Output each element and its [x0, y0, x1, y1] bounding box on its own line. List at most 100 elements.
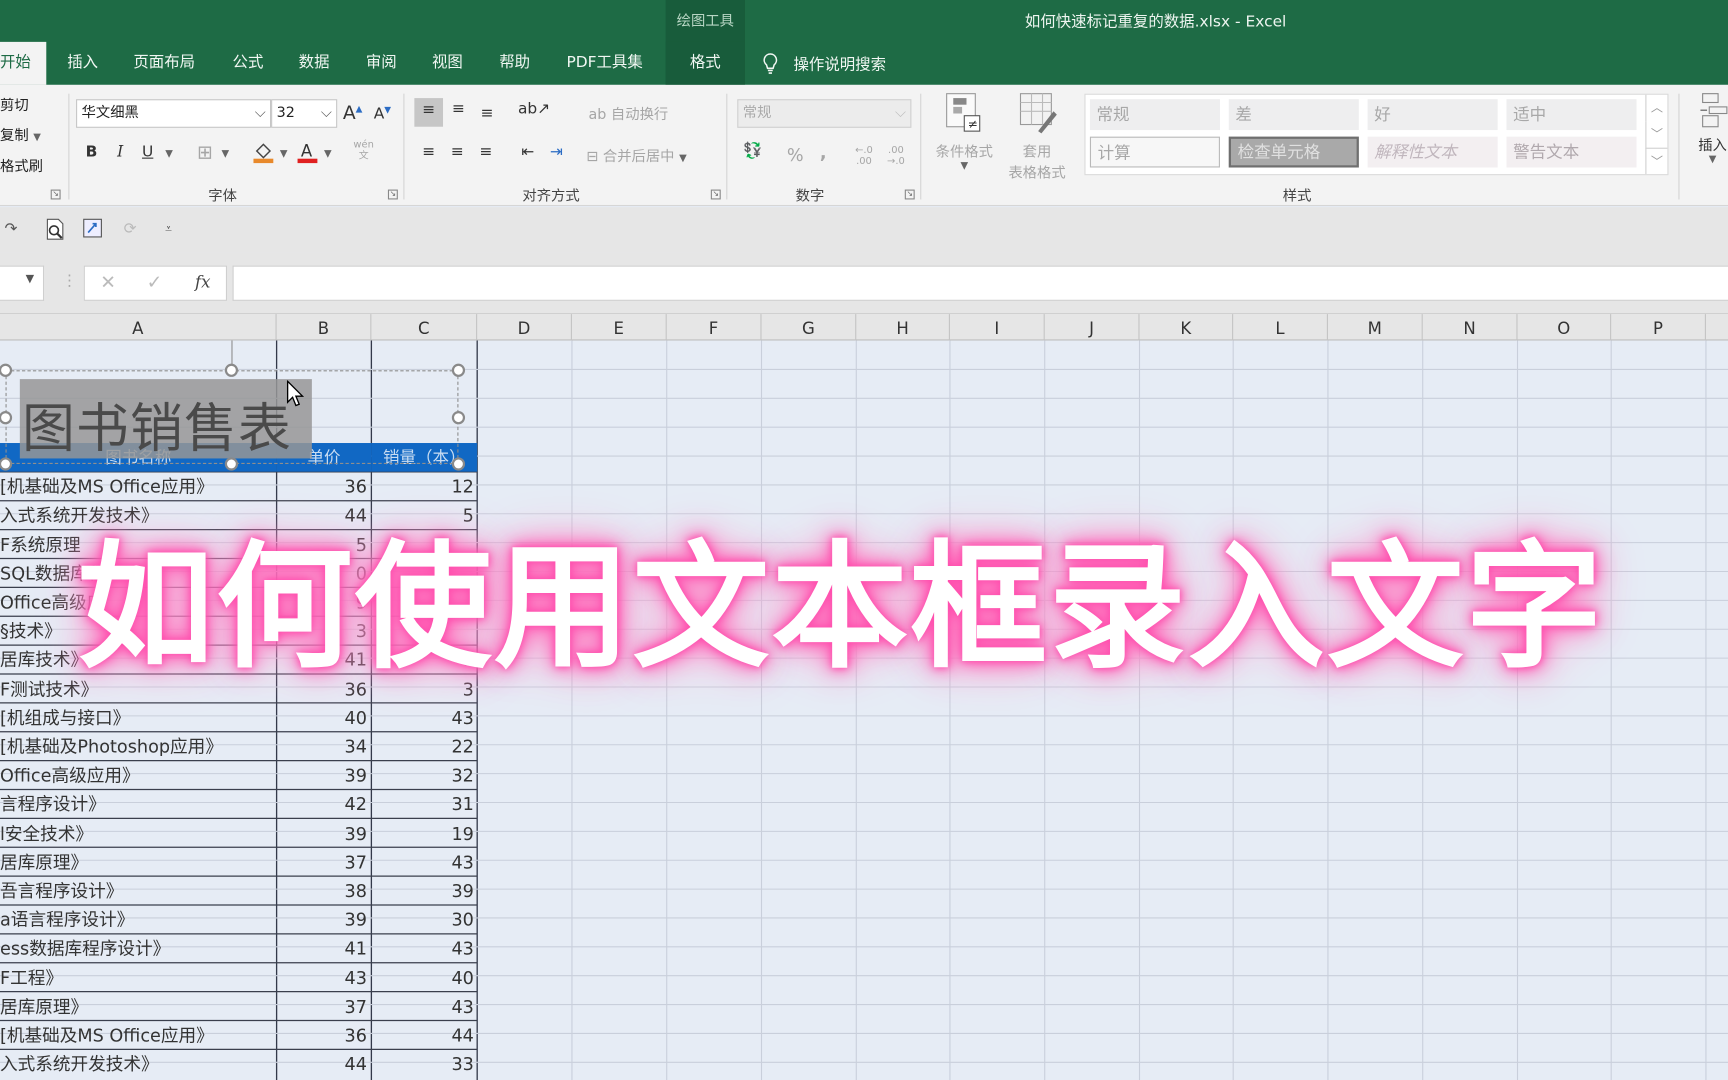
font-name-combo[interactable]: 华文细黑 ⌵ [76, 99, 272, 128]
chevron-down-icon[interactable]: ⌵ [895, 100, 906, 126]
cell-book-name[interactable]: 居库原理》 [0, 847, 276, 876]
cut-button[interactable]: 剪切 [0, 94, 29, 115]
cell-quantity[interactable]: 33 [371, 1049, 477, 1078]
name-box[interactable]: ▼ [0, 265, 45, 301]
tab-formulas[interactable]: 公式 [233, 42, 264, 85]
resize-handle-bottom[interactable] [224, 457, 239, 471]
increase-decimal-button[interactable]: ←.0 .00 [852, 145, 876, 167]
tab-review[interactable]: 审阅 [366, 42, 397, 85]
format-as-table-button[interactable]: 套用 表格格式 [1000, 91, 1075, 182]
cell-price[interactable]: 37 [277, 992, 371, 1021]
align-center-button[interactable]: ≡ [446, 143, 468, 161]
copy-button[interactable]: 复制 ▼ [0, 123, 41, 145]
grow-font-button[interactable]: A▲ [343, 102, 363, 124]
cell-book-name[interactable]: F工程》 [0, 963, 276, 992]
chevron-down-icon[interactable]: ⌵ [321, 100, 332, 126]
style-bad[interactable]: 差 [1228, 99, 1359, 131]
style-explanatory[interactable]: 解释性文本 [1367, 136, 1498, 168]
phonetic-guide-button[interactable]: wén 文 [350, 140, 376, 162]
cell-price[interactable]: 40 [277, 703, 371, 732]
align-top-button[interactable]: ≡ [414, 98, 444, 127]
enter-icon[interactable]: ✓ [147, 272, 163, 294]
column-header-b[interactable]: B [277, 314, 372, 341]
cell-quantity[interactable]: 30 [371, 905, 477, 934]
cell-book-name[interactable]: Office高级应用》 [0, 761, 276, 790]
cell-book-name[interactable]: [机组成与接口》 [0, 703, 276, 732]
cell-price[interactable]: 43 [277, 963, 371, 992]
cell-price[interactable]: 41 [277, 934, 371, 963]
cell-quantity[interactable]: 32 [371, 761, 477, 790]
style-neutral[interactable]: 适中 [1506, 99, 1637, 131]
comma-style-button[interactable]: , [820, 142, 827, 163]
column-header-d[interactable]: D [477, 314, 572, 341]
resize-handle-bottom-right[interactable] [451, 457, 466, 471]
copy-dropdown-icon[interactable]: ▼ [33, 132, 41, 143]
tab-insert[interactable]: 插入 [67, 42, 98, 85]
column-header-p[interactable]: P [1611, 314, 1706, 341]
cell-book-name[interactable]: 入式系统开发技术》 [0, 1049, 276, 1078]
style-warning[interactable]: 警告文本 [1506, 136, 1637, 168]
cell-price[interactable]: 34 [277, 732, 371, 761]
cell-quantity[interactable]: 44 [371, 1020, 477, 1049]
underline-button[interactable]: U [140, 143, 155, 161]
cell-quantity[interactable]: 43 [371, 703, 477, 732]
align-right-button[interactable]: ≡ [475, 143, 497, 161]
tab-pdf-tools[interactable]: PDF工具集 [566, 42, 642, 85]
cell-quantity[interactable]: 31 [371, 789, 477, 818]
cell-price[interactable]: 36 [277, 1020, 371, 1049]
formula-bar-grip-icon[interactable]: ⋮ [62, 272, 77, 290]
tab-format[interactable]: 格式 [665, 41, 745, 85]
cell-book-name[interactable]: 言程序设计》 [0, 789, 276, 818]
style-calculation[interactable]: 计算 [1089, 136, 1220, 168]
column-header-l[interactable]: L [1233, 314, 1328, 341]
resize-handle-top[interactable] [224, 363, 239, 377]
column-header-h[interactable]: H [856, 314, 950, 341]
style-good[interactable]: 好 [1367, 99, 1498, 131]
clipboard-launcher-icon[interactable]: ↘ [50, 189, 61, 200]
cell-price[interactable]: 44 [277, 1049, 371, 1078]
cell-quantity[interactable]: 40 [371, 963, 477, 992]
cell-price[interactable]: 39 [277, 905, 371, 934]
tab-page-layout[interactable]: 页面布局 [133, 42, 195, 85]
gallery-scroll-down-icon[interactable]: ﹀ [1645, 121, 1667, 148]
cell-book-name[interactable]: a语言程序设计》 [0, 905, 276, 934]
column-header-c[interactable]: C [371, 314, 478, 341]
worksheet-grid[interactable]: 图书名称 单价 销量（本） [机基础及MS Office应用》3612入式系统开… [0, 340, 1728, 1080]
decrease-indent-button[interactable]: ⇤ [517, 143, 539, 161]
chevron-down-icon[interactable]: ⌵ [255, 100, 266, 126]
wrap-text-button[interactable]: ab 自动换行 [588, 102, 668, 124]
tell-me-search[interactable]: 操作说明搜索 [763, 42, 886, 85]
underline-dropdown-icon[interactable]: ▼ [165, 149, 173, 160]
cell-quantity[interactable]: 39 [371, 876, 477, 905]
column-header-e[interactable]: E [572, 314, 667, 341]
cell-book-name[interactable]: l安全技术》 [0, 818, 276, 847]
cell-price[interactable]: 39 [277, 761, 371, 790]
cell-quantity[interactable]: 43 [371, 992, 477, 1021]
column-header-k[interactable]: K [1140, 314, 1234, 341]
style-normal[interactable]: 常规 [1089, 99, 1220, 131]
cell-book-name[interactable]: [机基础及Photoshop应用》 [0, 732, 276, 761]
gallery-scroll-up-icon[interactable]: ︿ [1645, 94, 1667, 122]
column-header-f[interactable]: F [667, 314, 762, 341]
borders-icon[interactable]: ⊞ [195, 142, 215, 164]
column-header-m[interactable]: M [1328, 314, 1423, 341]
fill-color-button[interactable] [252, 140, 274, 169]
cell-quantity[interactable]: 19 [371, 818, 477, 847]
resize-handle-top-right[interactable] [451, 363, 466, 377]
cell-book-name[interactable]: ess数据库程序设计》 [0, 934, 276, 963]
font-size-combo[interactable]: 32 ⌵ [271, 99, 338, 128]
column-header-i[interactable]: I [950, 314, 1045, 341]
textbox-text[interactable]: 图书销售表 [22, 385, 292, 462]
accounting-format-button[interactable]: 💱 [741, 142, 765, 160]
align-bottom-button[interactable]: ≡ [476, 105, 498, 123]
increase-indent-button[interactable]: ⇥ [546, 143, 568, 161]
cancel-icon[interactable]: ✕ [100, 272, 116, 294]
cell-price[interactable]: 37 [277, 847, 371, 876]
format-painter-button[interactable]: 格式刷 [0, 154, 43, 176]
conditional-formatting-button[interactable]: ≠ 条件格式 ▼ [931, 91, 997, 172]
tab-home[interactable]: 开始 [0, 41, 47, 85]
column-header-n[interactable]: N [1423, 314, 1518, 341]
shrink-font-button[interactable]: A▼ [372, 105, 392, 123]
print-preview-icon[interactable] [44, 218, 66, 240]
align-middle-button[interactable]: ≡ [447, 100, 469, 118]
